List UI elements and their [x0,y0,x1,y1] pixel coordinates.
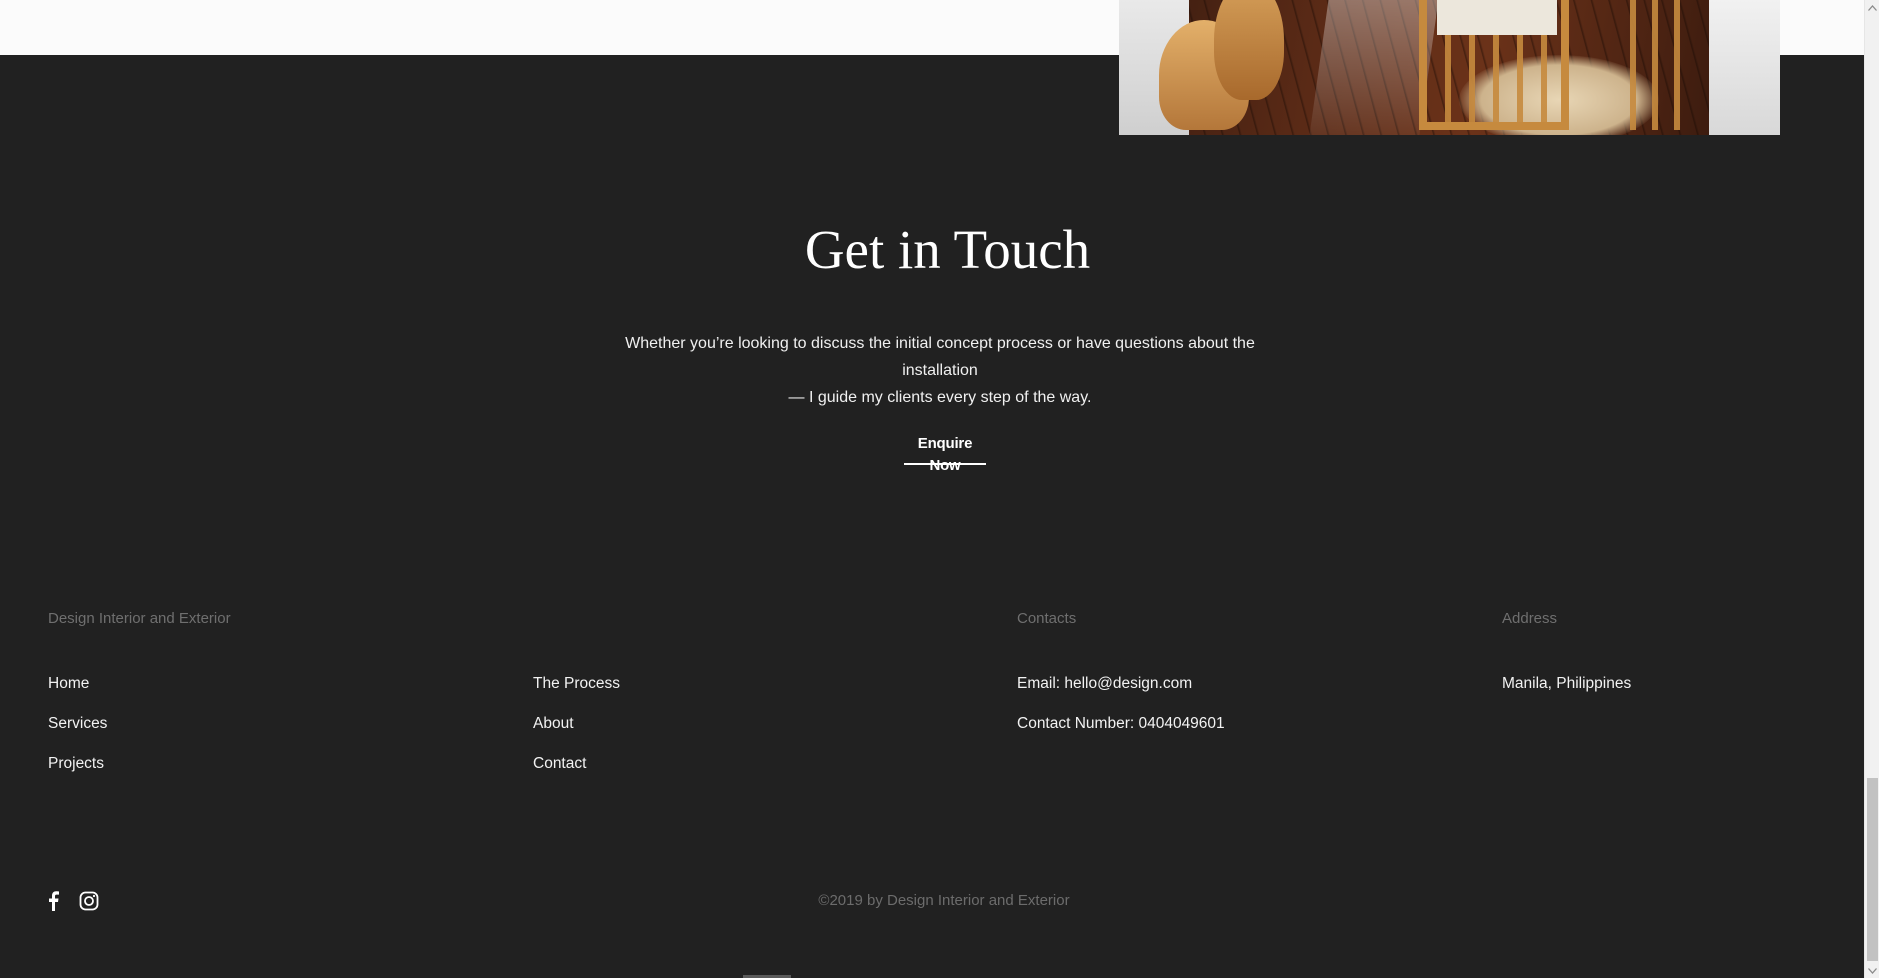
chevron-down-icon [1868,967,1877,974]
footer-email: Email: hello@design.com [1017,675,1193,692]
facebook-icon-glyph [49,891,59,911]
photo-chair [1614,0,1694,130]
interior-photo [1119,0,1780,135]
section-title: Get in Touch [804,219,1091,280]
footer-brand-heading: Design Interior and Exterior [48,610,231,627]
footer-link-the-process[interactable]: The Process [533,673,620,695]
vertical-scrollbar[interactable] [1864,0,1879,978]
chevron-up-icon [1868,4,1877,11]
footer-link-contact[interactable]: Contact [533,753,586,775]
facebook-icon[interactable] [42,890,64,912]
copyright-text: ©2019 by Design Interior and Exterior [818,892,1070,909]
description-line: — I guide my clients every step of the w… [788,389,1092,406]
footer-phone: Contact Number: 0404049601 [1017,715,1225,732]
photo-wall-right [1709,0,1780,135]
footer-contacts-heading: Contacts [1017,610,1077,627]
instagram-icon-glyph [79,891,99,911]
scroll-up-arrow-icon[interactable] [1865,0,1879,15]
footer-link-about[interactable]: About [533,713,574,735]
photo-cushion [1437,0,1557,35]
enquire-now-button[interactable]: Enquire Now [904,433,986,474]
instagram-icon[interactable] [78,890,100,912]
footer-address-heading: Address [1502,610,1558,627]
description-line: Whether you’re looking to discuss the in… [625,335,1255,379]
page: Get in Touch Whether you’re looking to d… [0,0,1864,978]
footer-link-home[interactable]: Home [48,673,89,695]
footer-link-services[interactable]: Services [48,713,107,735]
scroll-down-arrow-icon[interactable] [1865,963,1879,978]
footer-link-projects[interactable]: Projects [48,753,104,775]
scrollbar-thumb[interactable] [1867,778,1878,961]
footer-address: Manila, Philippines [1502,675,1632,692]
photo-stool [1214,0,1284,100]
section-description: Whether you’re looking to discuss the in… [600,330,1280,411]
